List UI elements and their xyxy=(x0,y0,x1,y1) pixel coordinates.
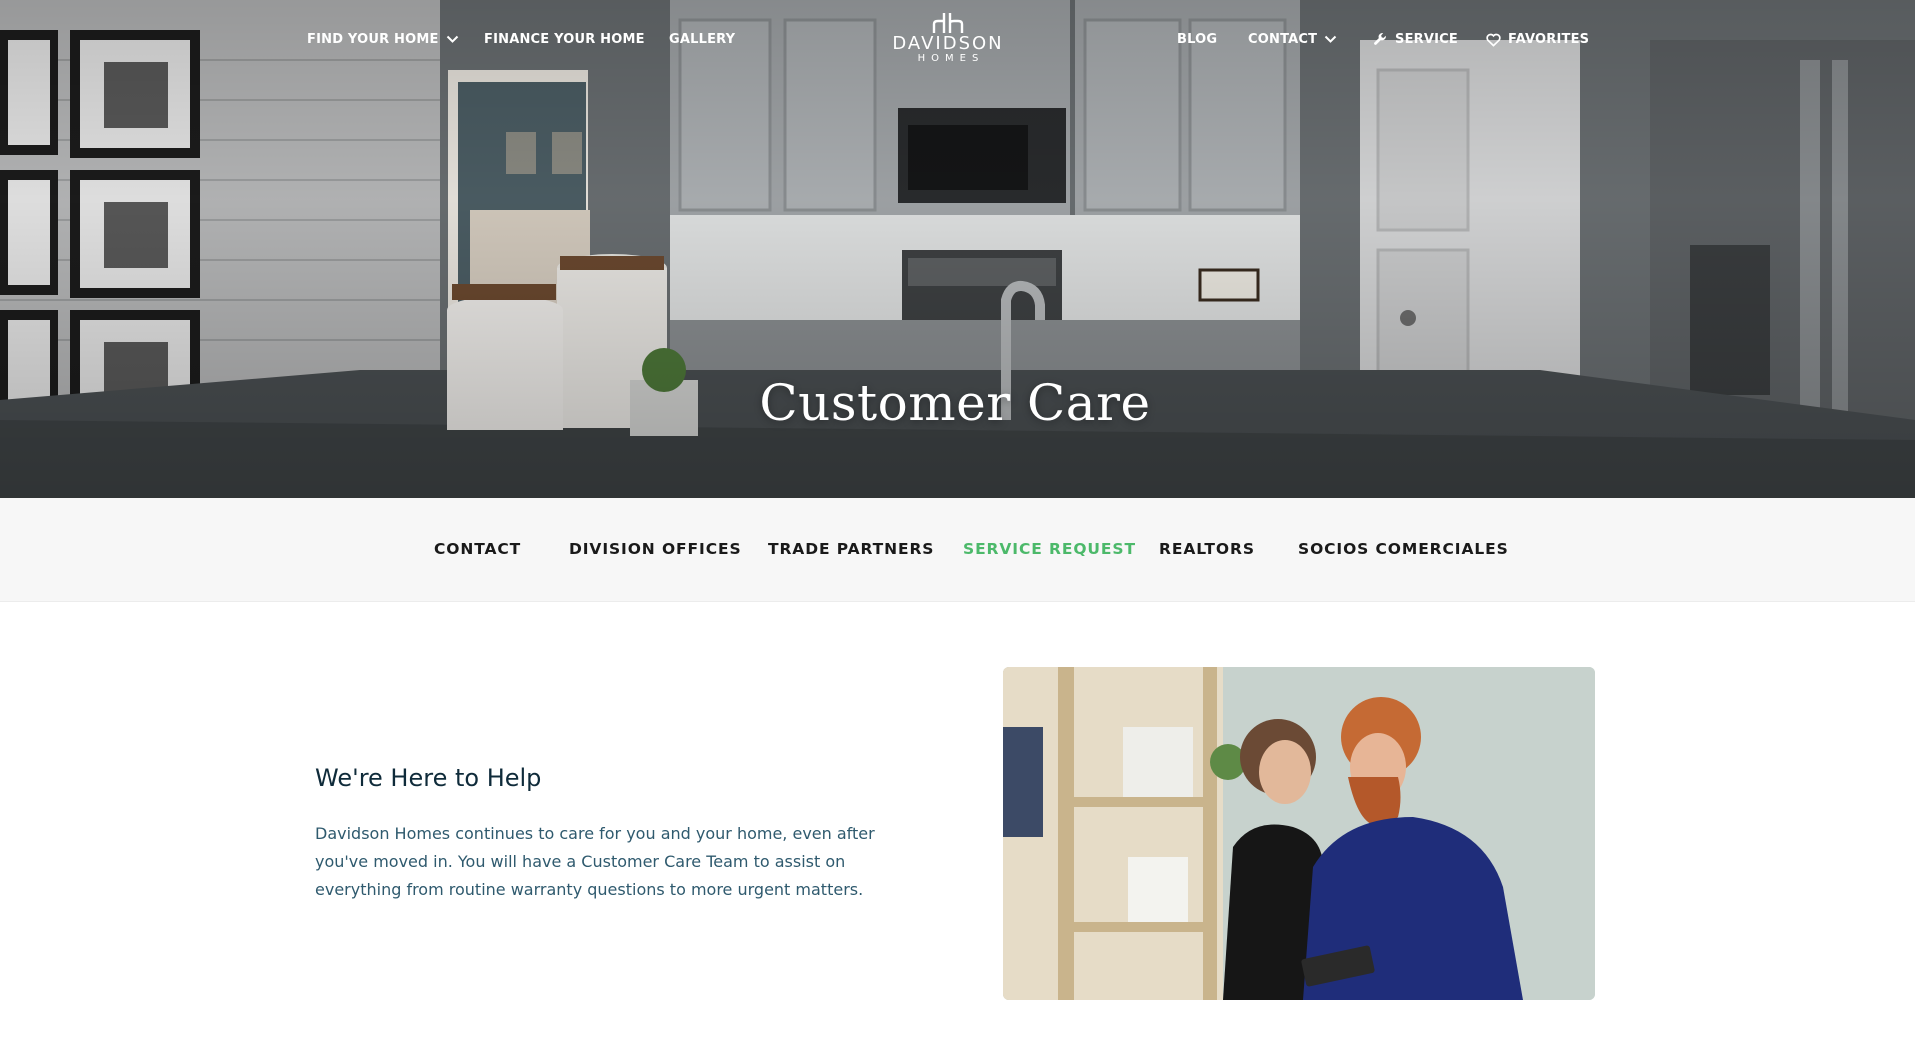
section-heading: We're Here to Help xyxy=(315,764,542,792)
subnav-service-request[interactable]: SERVICE REQUEST xyxy=(963,540,1136,558)
chevron-down-icon xyxy=(446,35,458,43)
nav-gallery-label: GALLERY xyxy=(669,32,736,47)
nav-favorites-label: FAVORITES xyxy=(1508,32,1590,47)
nav-service-label: SERVICE xyxy=(1395,32,1458,47)
nav-contact-label: CONTACT xyxy=(1248,32,1318,47)
heart-icon xyxy=(1486,33,1501,47)
nav-finance-your-home-label: FINANCE YOUR HOME xyxy=(484,32,645,47)
davidson-homes-logo[interactable]: DAVIDSON HOMES xyxy=(888,12,1008,70)
nav-find-your-home-label: FIND YOUR HOME xyxy=(307,32,439,47)
section-subnav: CONTACT DIVISION OFFICES TRADE PARTNERS … xyxy=(0,498,1915,602)
wrench-icon xyxy=(1374,33,1386,45)
logo-subtext: HOMES xyxy=(917,53,985,64)
subnav-contact[interactable]: CONTACT xyxy=(434,540,521,558)
subnav-socios-comerciales[interactable]: SOCIOS COMERCIALES xyxy=(1298,540,1509,558)
customer-care-image xyxy=(1003,667,1595,1000)
section-body-text: Davidson Homes continues to care for you… xyxy=(315,824,875,899)
customer-care-photo xyxy=(1003,667,1595,1000)
nav-finance-your-home[interactable]: FINANCE YOUR HOME xyxy=(484,32,645,47)
logo-wordmark: DAVIDSON xyxy=(892,33,1004,54)
subnav-realtors[interactable]: REALTORS xyxy=(1159,540,1255,558)
nav-blog[interactable]: BLOG xyxy=(1177,32,1217,47)
nav-favorites[interactable]: FAVORITES xyxy=(1486,32,1589,47)
nav-contact[interactable]: CONTACT xyxy=(1248,32,1337,47)
nav-gallery[interactable]: GALLERY xyxy=(669,32,735,47)
subnav-trade-partners[interactable]: TRADE PARTNERS xyxy=(768,540,934,558)
chevron-down-icon xyxy=(1324,35,1337,43)
dh-monogram-icon xyxy=(932,13,964,33)
nav-blog-label: BLOG xyxy=(1177,32,1218,47)
hero-banner: FIND YOUR HOME FINANCE YOUR HOME GALLERY… xyxy=(0,0,1915,498)
nav-find-your-home[interactable]: FIND YOUR HOME xyxy=(307,32,459,47)
page-title: Customer Care xyxy=(759,374,1151,432)
subnav-division-offices[interactable]: DIVISION OFFICES xyxy=(569,540,742,558)
nav-service[interactable]: SERVICE xyxy=(1373,32,1458,47)
